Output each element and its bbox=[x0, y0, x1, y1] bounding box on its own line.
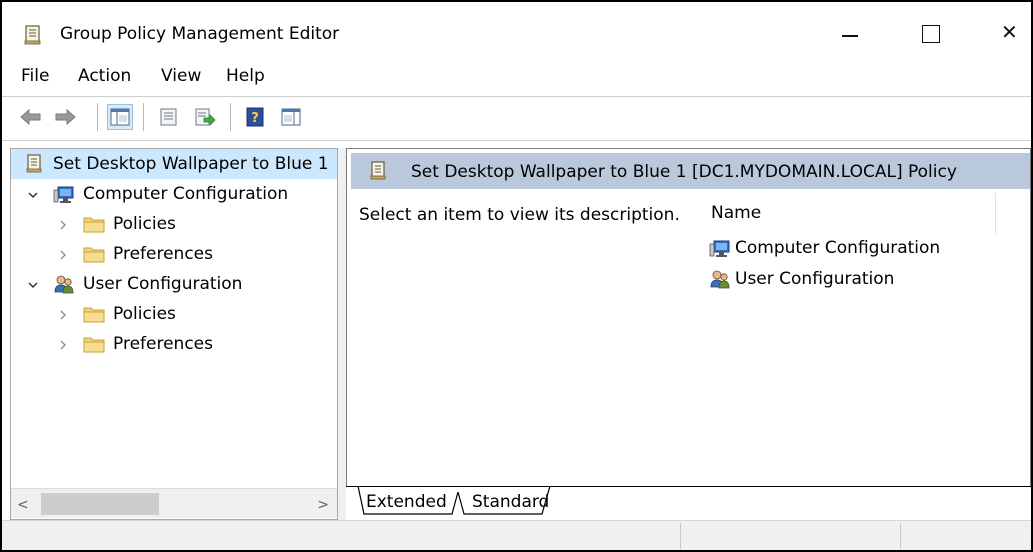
chevron-right-icon[interactable] bbox=[57, 309, 69, 321]
details-pane: Set Desktop Wallpaper to Blue 1 [DC1.MYD… bbox=[346, 148, 1031, 486]
toolbar-separator bbox=[143, 103, 144, 131]
window-title: Group Policy Management Editor bbox=[60, 24, 340, 44]
chevron-right-icon[interactable] bbox=[57, 249, 69, 261]
pane-splitter[interactable] bbox=[338, 148, 346, 520]
tree-item-label: Set Desktop Wallpaper to Blue 1 bbox=[53, 154, 329, 174]
chevron-down-icon[interactable] bbox=[27, 189, 39, 201]
tree-horizontal-scrollbar[interactable]: < > bbox=[11, 488, 337, 518]
tree-item-label: Policies bbox=[113, 214, 176, 234]
properties-icon bbox=[160, 108, 177, 126]
view-tabs: Extended Standard bbox=[346, 486, 1031, 520]
tree-item-label: Preferences bbox=[113, 334, 213, 354]
menu-file[interactable]: File bbox=[21, 66, 49, 86]
folder-icon bbox=[83, 214, 105, 234]
menu-help[interactable]: Help bbox=[226, 66, 265, 86]
menu-bar: File Action View Help bbox=[2, 66, 1031, 92]
scroll-right-icon[interactable]: > bbox=[317, 497, 329, 513]
export-list-icon bbox=[195, 108, 216, 126]
forward-arrow-icon bbox=[55, 108, 76, 126]
tree-item-label: Preferences bbox=[113, 244, 213, 264]
show-hide-console-tree-icon bbox=[110, 108, 130, 126]
tree-item-label: User Configuration bbox=[83, 274, 243, 294]
maximize-button[interactable] bbox=[908, 12, 954, 52]
status-bar bbox=[2, 520, 1031, 550]
export-list-button[interactable] bbox=[192, 104, 218, 130]
details-header: Set Desktop Wallpaper to Blue 1 [DC1.MYD… bbox=[351, 153, 1030, 189]
close-button[interactable]: ✕ bbox=[987, 12, 1033, 52]
tree-item-label: Policies bbox=[113, 304, 176, 324]
svg-text:?: ? bbox=[251, 111, 259, 126]
column-divider[interactable] bbox=[995, 193, 996, 235]
folder-icon bbox=[83, 304, 105, 324]
show-hide-console-tree-button[interactable] bbox=[107, 104, 133, 130]
app-window: Group Policy Management Editor ✕ File Ac… bbox=[0, 0, 1033, 552]
tree-item-label: Computer Configuration bbox=[83, 184, 289, 204]
computer-config-icon bbox=[709, 238, 731, 258]
chevron-down-icon[interactable] bbox=[27, 279, 39, 291]
menu-action[interactable]: Action bbox=[78, 66, 131, 86]
tree-item-user-configuration[interactable]: User Configuration bbox=[53, 270, 242, 298]
scroll-left-icon[interactable]: < bbox=[17, 497, 29, 513]
policy-document-icon bbox=[23, 154, 45, 174]
computer-config-icon bbox=[53, 184, 75, 204]
user-config-icon bbox=[709, 269, 731, 289]
title-bar[interactable]: Group Policy Management Editor ✕ bbox=[2, 2, 1031, 60]
help-icon: ? bbox=[246, 107, 264, 127]
back-button[interactable] bbox=[18, 104, 44, 130]
folder-icon bbox=[83, 244, 105, 264]
details-header-title: Set Desktop Wallpaper to Blue 1 [DC1.MYD… bbox=[411, 162, 957, 182]
tree-item-computer-preferences[interactable]: Preferences bbox=[83, 240, 213, 268]
chevron-right-icon[interactable] bbox=[57, 339, 69, 351]
tree-item-user-policies[interactable]: Policies bbox=[83, 300, 176, 328]
chevron-right-icon[interactable] bbox=[57, 219, 69, 231]
policy-document-icon bbox=[369, 161, 387, 186]
help-button[interactable]: ? bbox=[242, 104, 268, 130]
back-arrow-icon bbox=[20, 108, 41, 126]
status-divider bbox=[680, 523, 681, 549]
policy-document-icon bbox=[22, 24, 44, 51]
minimize-button[interactable] bbox=[828, 12, 874, 52]
console-tree[interactable]: Set Desktop Wallpaper to Blue 1 Computer… bbox=[10, 148, 338, 520]
tab-standard[interactable]: Standard bbox=[472, 492, 549, 512]
status-divider bbox=[900, 523, 901, 549]
toolbar-separator bbox=[230, 103, 231, 131]
tree-item-user-preferences[interactable]: Preferences bbox=[83, 330, 213, 358]
tree-item-gpo-root[interactable]: Set Desktop Wallpaper to Blue 1 bbox=[23, 150, 329, 178]
user-config-icon bbox=[53, 274, 75, 294]
properties-button[interactable] bbox=[156, 104, 182, 130]
description-text: Select an item to view its description. bbox=[359, 205, 680, 225]
close-icon: ✕ bbox=[1001, 20, 1018, 44]
tree-item-computer-configuration[interactable]: Computer Configuration bbox=[53, 180, 288, 208]
list-item-label: Computer Configuration bbox=[735, 238, 941, 258]
show-hide-action-pane-button[interactable] bbox=[278, 104, 304, 130]
forward-button[interactable] bbox=[52, 104, 78, 130]
column-header-name[interactable]: Name bbox=[711, 203, 761, 223]
scroll-thumb[interactable] bbox=[41, 493, 159, 515]
toolbar: ? bbox=[2, 100, 1031, 136]
list-item-label: User Configuration bbox=[735, 269, 895, 289]
menu-view[interactable]: View bbox=[161, 66, 201, 86]
list-item-computer-configuration[interactable]: Computer Configuration bbox=[709, 235, 940, 261]
toolbar-divider bbox=[2, 140, 1031, 141]
menu-divider bbox=[2, 96, 1031, 97]
tab-extended[interactable]: Extended bbox=[366, 492, 447, 512]
toolbar-separator bbox=[97, 103, 98, 131]
list-item-user-configuration[interactable]: User Configuration bbox=[709, 266, 894, 292]
show-hide-action-pane-icon bbox=[281, 108, 301, 126]
tree-item-computer-policies[interactable]: Policies bbox=[83, 210, 176, 238]
folder-icon bbox=[83, 334, 105, 354]
